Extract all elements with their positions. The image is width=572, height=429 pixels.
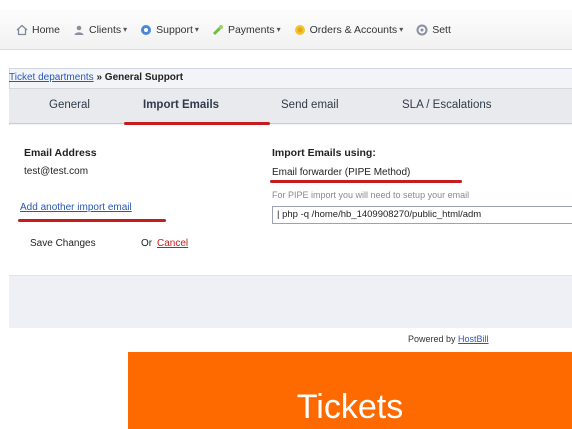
- breadcrumb-current: General Support: [104, 72, 184, 83]
- breadcrumb-link[interactable]: Ticket departments: [9, 72, 94, 83]
- nav-clients[interactable]: Clients ▾: [73, 24, 127, 36]
- import-method-highlight: [270, 180, 462, 183]
- home-icon: [16, 24, 28, 35]
- email-address-header: Email Address: [24, 147, 97, 159]
- nav-home[interactable]: Home: [16, 24, 60, 36]
- tab-send-email[interactable]: Send email: [281, 99, 339, 111]
- nav-clients-label: Clients: [89, 23, 122, 36]
- email-address-value: test@test.com: [24, 166, 89, 177]
- orders-icon: [294, 24, 305, 35]
- import-method-value[interactable]: Email forwarder (PIPE Method): [272, 167, 410, 178]
- cancel-link[interactable]: Cancel: [157, 238, 188, 249]
- nav-orders-label: Orders & Accounts: [309, 23, 398, 36]
- add-link-highlight: [18, 219, 166, 222]
- tickets-banner-label: Tickets: [296, 388, 404, 426]
- panel-footer-band: [9, 275, 572, 328]
- powered-by: Powered by HostBill: [408, 334, 489, 344]
- chevron-down-icon: ▾: [194, 25, 199, 34]
- nav-home-label: Home: [32, 23, 61, 36]
- breadcrumb: Ticket departments » General Support: [9, 72, 183, 83]
- import-emails-header: Import Emails using:: [272, 147, 376, 159]
- nav-support[interactable]: Support ▾: [140, 24, 199, 36]
- nav-orders[interactable]: Orders & Accounts ▾: [294, 23, 404, 36]
- pipe-help-text: For PIPE import you will need to setup y…: [272, 190, 470, 200]
- save-changes-button[interactable]: Save Changes: [30, 238, 96, 249]
- tickets-banner: Tickets: [128, 352, 572, 429]
- page: Home Clients ▾ Support ▾ Payments ▾ Orde…: [0, 0, 572, 429]
- nav-payments-label: Payments: [227, 23, 275, 36]
- settings-icon: [416, 24, 428, 35]
- tab-general[interactable]: General: [49, 99, 90, 111]
- chevron-down-icon: ▾: [123, 25, 128, 34]
- nav-support-label: Support: [156, 23, 193, 36]
- clients-icon: [74, 25, 84, 35]
- powered-by-prefix: Powered by: [408, 334, 456, 344]
- nav-settings[interactable]: Sett: [416, 24, 451, 36]
- support-icon: [141, 24, 152, 35]
- tab-bar: General Import Emails Send email SLA / E…: [9, 88, 572, 124]
- payments-icon: [212, 24, 223, 35]
- tab-import-emails[interactable]: Import Emails: [143, 99, 219, 111]
- nav-payments[interactable]: Payments ▾: [212, 24, 281, 36]
- top-nav: Home Clients ▾ Support ▾ Payments ▾ Orde…: [0, 10, 572, 50]
- or-label: Or: [141, 238, 153, 249]
- pipe-command-input[interactable]: | php -q /home/hb_1409908270/public_html…: [272, 206, 572, 224]
- powered-by-brand-link[interactable]: HostBill: [458, 334, 489, 344]
- add-import-email-link[interactable]: Add another import email: [20, 202, 132, 213]
- breadcrumb-separator: »: [96, 72, 103, 83]
- chevron-down-icon: ▾: [276, 25, 281, 34]
- tab-sla-escalations[interactable]: SLA / Escalations: [402, 99, 492, 111]
- nav-settings-label: Sett: [432, 23, 451, 36]
- chevron-down-icon: ▾: [399, 25, 404, 34]
